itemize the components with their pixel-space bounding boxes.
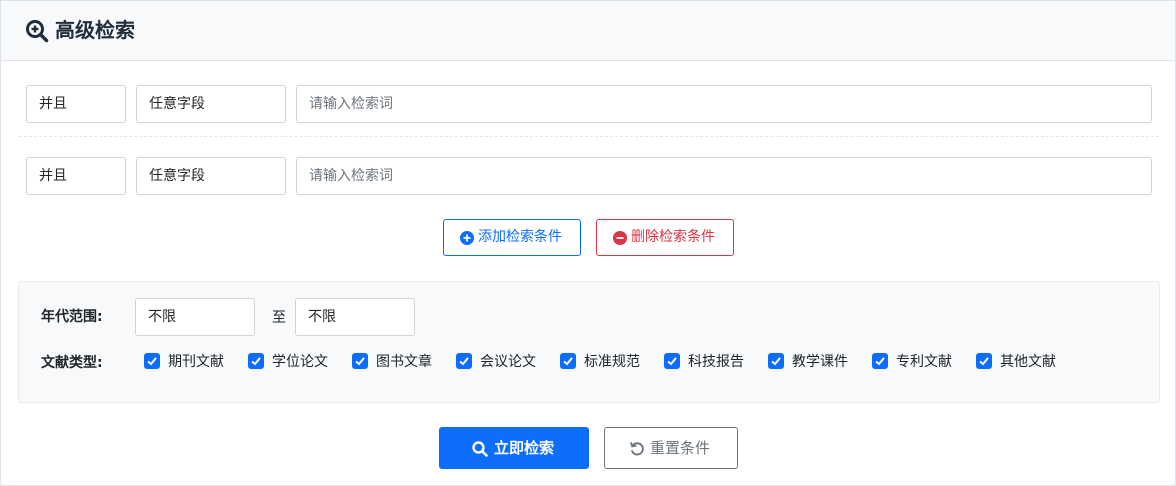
doc-type-label-text: 会议论文 bbox=[480, 354, 536, 370]
search-icon bbox=[472, 441, 488, 457]
checkbox-checked-icon bbox=[768, 353, 784, 369]
search-now-button[interactable]: 立即检索 bbox=[439, 427, 589, 469]
doc-type-label-text: 学位论文 bbox=[272, 354, 328, 370]
year-from-select[interactable]: 不限 bbox=[135, 298, 255, 336]
doc-type-label-text: 图书文章 bbox=[376, 354, 432, 370]
year-separator: 至 bbox=[272, 310, 286, 326]
checkbox-checked-icon bbox=[976, 353, 992, 369]
search-condition-row: 并且 任意字段 bbox=[26, 157, 1152, 195]
search-plus-icon bbox=[26, 20, 49, 43]
row-divider bbox=[19, 136, 1159, 137]
add-condition-label: 添加检索条件 bbox=[478, 229, 562, 245]
checkbox-checked-icon bbox=[872, 353, 888, 369]
doc-type-label: 文献类型: bbox=[41, 355, 103, 371]
delete-condition-label: 删除检索条件 bbox=[631, 229, 715, 245]
checkbox-checked-icon bbox=[352, 353, 368, 369]
reset-conditions-button[interactable]: 重置条件 bbox=[604, 427, 738, 469]
search-condition-row: 并且 任意字段 bbox=[26, 85, 1152, 123]
doc-type-label-text: 科技报告 bbox=[688, 354, 744, 370]
field-select[interactable]: 任意字段 bbox=[136, 157, 286, 195]
undo-icon bbox=[629, 442, 644, 456]
add-condition-button[interactable]: 添加检索条件 bbox=[443, 219, 581, 256]
doc-type-label-text: 专利文献 bbox=[896, 354, 952, 370]
logic-select[interactable]: 并且 bbox=[26, 85, 126, 123]
checkbox-checked-icon bbox=[456, 353, 472, 369]
search-term-input[interactable] bbox=[296, 85, 1152, 123]
panel-header: 高级检索 bbox=[1, 1, 1175, 61]
doc-type-label-text: 期刊文献 bbox=[168, 354, 224, 370]
reset-conditions-label: 重置条件 bbox=[650, 439, 711, 457]
doc-type-label-text: 其他文献 bbox=[1000, 354, 1056, 370]
search-now-label: 立即检索 bbox=[494, 439, 555, 457]
advanced-search-panel: 高级检索 并且 任意字段 并且 任意字段 添加检索条件 删除检索条件 年代范围:… bbox=[0, 0, 1176, 486]
year-to-select[interactable]: 不限 bbox=[295, 298, 415, 336]
delete-condition-button[interactable]: 删除检索条件 bbox=[596, 219, 734, 256]
year-range-label: 年代范围: bbox=[41, 309, 103, 325]
field-select[interactable]: 任意字段 bbox=[136, 85, 286, 123]
logic-select[interactable]: 并且 bbox=[26, 157, 126, 195]
checkbox-checked-icon bbox=[560, 353, 576, 369]
plus-circle-icon bbox=[460, 231, 474, 245]
checkbox-checked-icon bbox=[664, 353, 680, 369]
minus-circle-icon bbox=[613, 231, 627, 245]
doc-type-label-text: 教学课件 bbox=[792, 354, 848, 370]
checkbox-checked-icon bbox=[248, 353, 264, 369]
filter-section: 年代范围: 不限 至 不限 文献类型: 期刊文献 学位论文 图书文章 会议论文 bbox=[18, 281, 1160, 403]
doc-type-label-text: 标准规范 bbox=[584, 354, 640, 370]
search-term-input[interactable] bbox=[296, 157, 1152, 195]
page-title: 高级检索 bbox=[55, 18, 135, 42]
checkbox-checked-icon bbox=[144, 353, 160, 369]
